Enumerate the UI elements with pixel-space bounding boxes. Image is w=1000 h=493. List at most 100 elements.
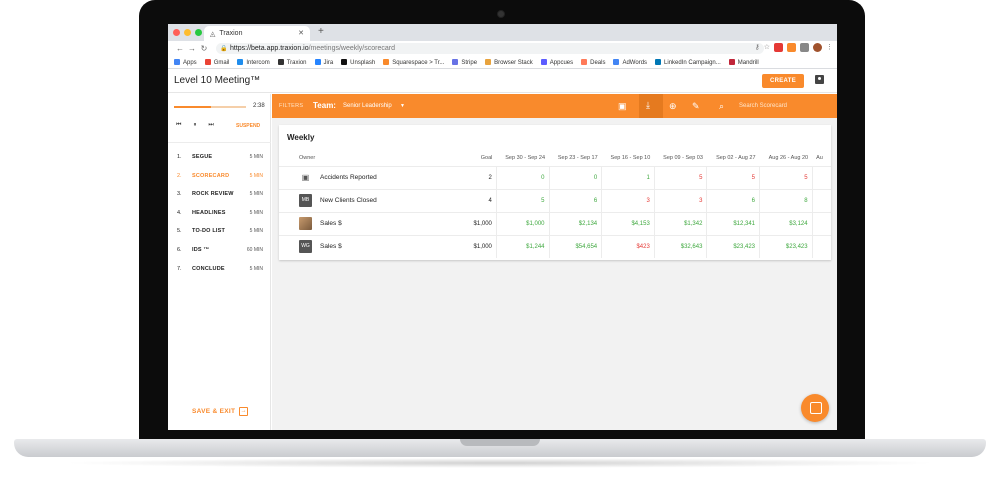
- address-bar[interactable]: 🔒 https://beta.app.traxion.io/meetings/w…: [216, 43, 764, 54]
- metric-name: Sales $: [320, 220, 342, 227]
- value-cell[interactable]: 5: [706, 165, 760, 189]
- value-cell[interactable]: $423: [601, 234, 655, 258]
- archive-icon[interactable]: ▣: [618, 101, 627, 112]
- value-cell[interactable]: $4,153: [601, 211, 655, 235]
- close-tab-icon[interactable]: ✕: [298, 29, 304, 37]
- add-circle-icon[interactable]: ⊕: [669, 101, 677, 112]
- extension-icon[interactable]: [774, 43, 783, 52]
- value-cell[interactable]: [811, 234, 831, 258]
- agenda-item[interactable]: 5. TO-DO LIST 5 MIN: [168, 228, 271, 247]
- agenda-name: IDS ™: [192, 246, 210, 253]
- value-cell[interactable]: 0: [548, 165, 602, 189]
- agenda-item[interactable]: 7. CONCLUDE 5 MIN: [168, 266, 271, 285]
- value-cell[interactable]: 6: [706, 188, 760, 212]
- bookmark-item[interactable]: Mandrill: [728, 58, 759, 66]
- value-cell[interactable]: 3: [601, 188, 655, 212]
- bookmark-item[interactable]: Stripe: [452, 58, 477, 66]
- reload-icon[interactable]: ↻: [198, 44, 210, 53]
- value-cell[interactable]: $23,423: [759, 234, 813, 258]
- bookmark-item[interactable]: AdWords: [613, 58, 647, 66]
- star-icon[interactable]: ☆: [764, 43, 770, 52]
- bookmark-item[interactable]: Browser Stack: [485, 58, 533, 66]
- table-row[interactable]: MB New Clients Closed 4 5 6 3 3 6 8: [279, 188, 831, 212]
- value-cell[interactable]: $23,423: [706, 234, 760, 258]
- previous-icon[interactable]: ⏮: [176, 122, 181, 129]
- minimize-window-button[interactable]: [184, 29, 191, 36]
- bookmark-item[interactable]: Apps: [174, 58, 197, 66]
- table-row[interactable]: Sales $ $1,000 $1,000 $2,134 $4,153 $1,342 $12…: [279, 211, 831, 235]
- value-cell[interactable]: 5: [653, 165, 707, 189]
- value-cell[interactable]: 6: [548, 188, 602, 212]
- extension-icon[interactable]: [787, 43, 796, 52]
- chat-launcher-button[interactable]: [801, 394, 829, 422]
- profile-avatar[interactable]: [813, 43, 822, 52]
- week-column-header[interactable]: Sep 02 - Aug 27: [707, 151, 760, 166]
- agenda-item[interactable]: 6. IDS ™ 60 MIN: [168, 247, 271, 266]
- table-row[interactable]: ▣ Accidents Reported 2 0 0 1 5 5 5: [279, 165, 831, 189]
- week-column-header[interactable]: Au: [812, 151, 831, 166]
- bookmark-item[interactable]: Gmail: [204, 58, 229, 66]
- value-cell[interactable]: $32,643: [653, 234, 707, 258]
- create-button[interactable]: CREATE: [762, 74, 804, 88]
- bookmark-item[interactable]: LinkedIn Campaign...: [655, 58, 721, 66]
- week-column-header[interactable]: Sep 09 - Sep 03: [654, 151, 707, 166]
- bookmark-item[interactable]: Deals: [581, 58, 605, 66]
- suspend-button[interactable]: SUSPEND: [236, 123, 260, 129]
- team-select[interactable]: Senior Leadership: [343, 103, 392, 109]
- week-column-header[interactable]: Sep 30 - Sep 24: [496, 151, 549, 166]
- save-exit-button[interactable]: SAVE & EXIT →: [192, 407, 249, 416]
- bookmark-item[interactable]: Unsplash: [341, 58, 375, 66]
- value-cell[interactable]: $1,000: [495, 211, 550, 235]
- search-input[interactable]: Search Scorecard: [739, 103, 787, 109]
- value-cell[interactable]: 0: [495, 165, 550, 189]
- value-cell[interactable]: [811, 188, 831, 212]
- bookmark-label: Mandrill: [737, 59, 759, 66]
- value-cell[interactable]: 3: [653, 188, 707, 212]
- value-cell[interactable]: $3,124: [759, 211, 813, 235]
- extension-icon[interactable]: [800, 43, 809, 52]
- value-cell[interactable]: 5: [495, 188, 550, 212]
- bookmark-item[interactable]: Appcues: [540, 58, 573, 66]
- agenda-item[interactable]: 1. SEGUE 5 MIN: [168, 154, 271, 173]
- bookmark-label: Traxion: [286, 59, 307, 66]
- value-cell[interactable]: [811, 165, 831, 189]
- value-cell[interactable]: 1: [601, 165, 655, 189]
- close-window-button[interactable]: [173, 29, 180, 36]
- value-cell[interactable]: $12,341: [706, 211, 760, 235]
- maximize-window-button[interactable]: [195, 29, 202, 36]
- agenda-name: SCORECARD: [192, 172, 230, 179]
- next-icon[interactable]: ⏭: [208, 122, 213, 129]
- edit-pencil-icon[interactable]: ✎: [692, 101, 700, 112]
- back-icon[interactable]: ←: [174, 44, 186, 53]
- value-cell[interactable]: 8: [759, 188, 813, 212]
- search-icon[interactable]: ⌕: [719, 101, 724, 112]
- browser-menu-icon[interactable]: ⋮: [826, 43, 833, 52]
- bookmark-item[interactable]: Squarespace > Tr...: [383, 58, 444, 66]
- download-button[interactable]: ⤓: [639, 94, 663, 118]
- caret-down-icon[interactable]: ▼: [400, 103, 405, 109]
- value-cell[interactable]: $1,342: [653, 211, 707, 235]
- week-column-header[interactable]: Aug 26 - Aug 20: [760, 151, 813, 166]
- agenda-number: 3.: [177, 191, 182, 198]
- table-row[interactable]: WG Sales $ $1,000 $1,244 $54,654 $423 $32,643 $…: [279, 234, 831, 258]
- new-tab-icon[interactable]: +: [318, 26, 324, 37]
- value-cell[interactable]: 5: [759, 165, 813, 189]
- week-column-header[interactable]: Sep 23 - Sep 17: [549, 151, 602, 166]
- value-cell[interactable]: $2,134: [548, 211, 602, 235]
- bookmark-item[interactable]: Traxion: [277, 58, 307, 66]
- value-cell[interactable]: $1,244: [495, 234, 550, 258]
- value-cell[interactable]: [811, 211, 831, 235]
- pause-icon[interactable]: ⏸: [193, 122, 196, 129]
- agenda-item[interactable]: 2. SCORECARD 5 MIN: [168, 173, 271, 192]
- week-column-header[interactable]: Sep 16 - Sep 10: [602, 151, 655, 166]
- agenda-item[interactable]: 4. HEADLINES 5 MIN: [168, 210, 271, 229]
- agenda-name: TO-DO LIST: [192, 228, 226, 235]
- forward-icon[interactable]: →: [186, 44, 198, 53]
- browser-tab[interactable]: ◬ Traxion ✕: [204, 26, 310, 41]
- agenda-item[interactable]: 3. ROCK REVIEW 5 MIN: [168, 191, 271, 210]
- user-account-icon[interactable]: [815, 75, 824, 84]
- bookmark-item[interactable]: Intercom: [237, 58, 270, 66]
- key-icon[interactable]: ⚷: [755, 43, 760, 52]
- value-cell[interactable]: $54,654: [548, 234, 602, 258]
- bookmark-item[interactable]: Jira: [314, 58, 333, 66]
